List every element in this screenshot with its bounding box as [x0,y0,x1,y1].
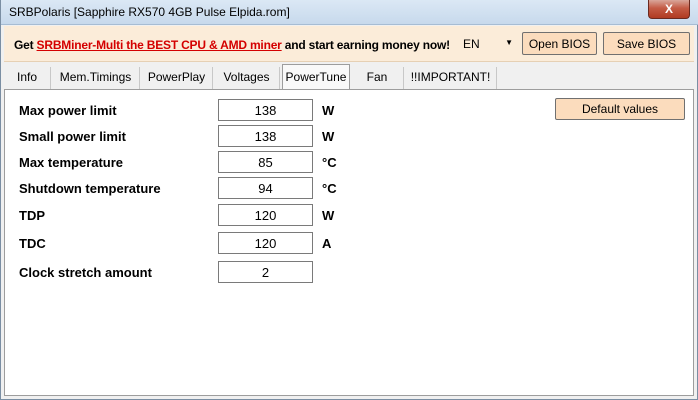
default-values-button[interactable]: Default values [555,98,685,120]
clock-stretch-field[interactable] [218,261,313,283]
save-bios-button[interactable]: Save BIOS [603,32,690,55]
promo-prefix: Get [14,38,37,52]
max-power-limit-field[interactable] [218,99,313,121]
small-power-limit-field[interactable] [218,125,313,147]
promo-bar: Get SRBMiner-Multi the BEST CPU & AMD mi… [4,26,694,62]
powertune-panel: Max power limit W Small power limit W Ma… [4,89,694,396]
max-temperature-label: Max temperature [19,155,124,170]
tdc-label: TDC [19,236,46,251]
small-power-limit-label: Small power limit [19,129,126,144]
promo-text: Get SRBMiner-Multi the BEST CPU & AMD mi… [14,38,450,52]
max-temperature-field[interactable] [218,151,313,173]
tab-powertune[interactable]: PowerTune [282,64,350,89]
shutdown-temperature-label: Shutdown temperature [19,181,161,196]
tab-mem-timings[interactable]: Mem.Timings [52,67,140,89]
max-power-limit-label: Max power limit [19,103,117,118]
language-value: EN [463,37,480,51]
shutdown-temperature-field[interactable] [218,177,313,199]
tdp-field[interactable] [218,204,313,226]
max-power-limit-unit: W [322,103,335,118]
clock-stretch-label: Clock stretch amount [19,265,152,280]
shutdown-temperature-unit: °C [322,181,337,196]
tab-fan[interactable]: Fan [351,67,404,89]
close-icon: X [664,2,673,16]
title-bar[interactable]: SRBPolaris [Sapphire RX570 4GB Pulse Elp… [1,0,698,25]
tdp-label: TDP [19,208,45,223]
tdc-field[interactable] [218,232,313,254]
promo-suffix: and start earning money now! [281,38,450,52]
promo-link[interactable]: SRBMiner-Multi the BEST CPU & AMD miner [37,38,282,52]
tdp-unit: W [322,208,335,223]
tdc-unit: A [322,236,332,251]
tab-strip: Info Mem.Timings PowerPlay Voltages Powe… [4,64,694,90]
language-select[interactable]: EN ▼ [453,33,519,55]
tab-powerplay[interactable]: PowerPlay [141,67,213,89]
tab-info[interactable]: Info [4,67,51,89]
dropdown-arrow-icon[interactable]: ▼ [505,38,513,47]
max-temperature-unit: °C [322,155,337,170]
close-button[interactable]: X [648,0,690,19]
window-title: SRBPolaris [Sapphire RX570 4GB Pulse Elp… [9,5,290,19]
tab-important[interactable]: !!IMPORTANT! [405,67,497,89]
tab-voltages[interactable]: Voltages [214,67,280,89]
app-window: SRBPolaris [Sapphire RX570 4GB Pulse Elp… [0,0,698,400]
small-power-limit-unit: W [322,129,335,144]
open-bios-button[interactable]: Open BIOS [522,32,597,55]
